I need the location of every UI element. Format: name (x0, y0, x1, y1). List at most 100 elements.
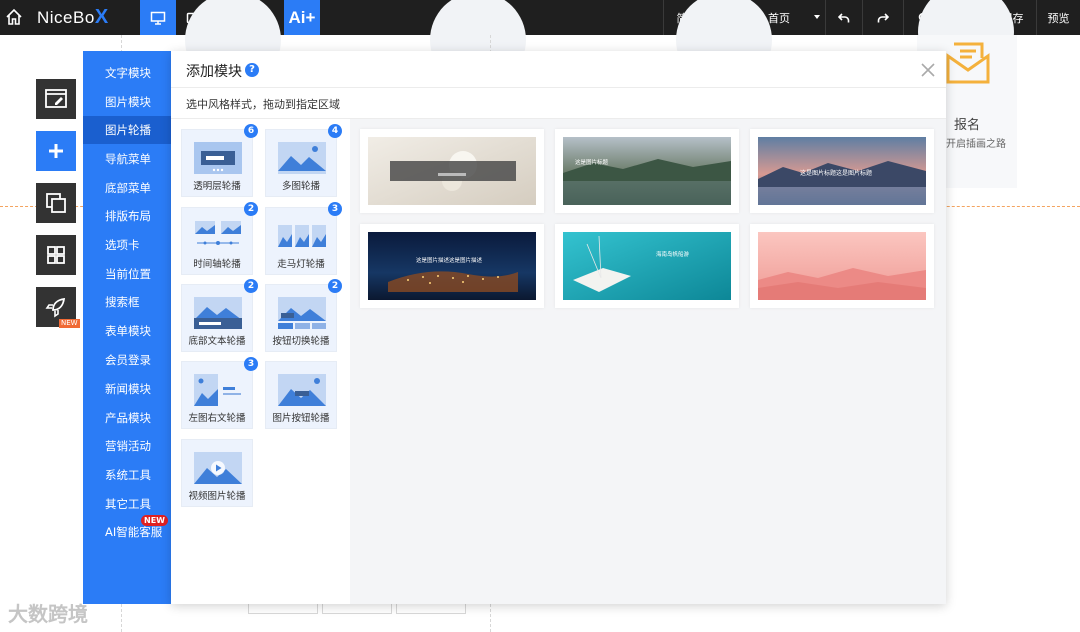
preview-card[interactable]: 海南岛帆船游 (555, 224, 739, 308)
style-video-image-carousel[interactable]: 视频图片轮播 (181, 439, 253, 507)
chevron-down-icon (814, 14, 820, 19)
preview-button[interactable]: 预览 (1036, 0, 1080, 35)
style-label: 多图轮播 (281, 181, 320, 192)
category-nav-menu[interactable]: 导航菜单 (83, 145, 171, 173)
undo-button[interactable] (825, 0, 862, 35)
layout-button[interactable] (36, 235, 76, 275)
desktop-icon (150, 11, 166, 25)
style-label: 左图右文轮播 (188, 413, 246, 424)
divider (171, 87, 946, 88)
plus-icon (49, 144, 63, 158)
preview-card[interactable] (750, 224, 934, 308)
style-label: 透明层轮播 (193, 181, 241, 192)
page-edit-icon (45, 89, 67, 108)
close-icon[interactable] (919, 61, 937, 79)
copy-icon (46, 193, 66, 213)
home-icon[interactable] (4, 7, 24, 27)
category-member-login[interactable]: 会员登录 (83, 346, 171, 374)
category-image[interactable]: 图片模块 (83, 88, 171, 116)
category-other-tools[interactable]: 其它工具 (83, 490, 171, 518)
category-footer-menu[interactable]: 底部菜单 (83, 174, 171, 202)
panel-title: 添加模块 (186, 64, 242, 80)
category-news[interactable]: 新闻模块 (83, 375, 171, 403)
count-badge: 2 (244, 202, 258, 216)
module-category-sidebar: 文字模块 图片模块 图片轮播 导航菜单 底部菜单 排版布局 选项卡 当前位置 搜… (83, 51, 171, 604)
style-label: 图片按钮轮播 (272, 413, 330, 424)
desktop-view-button[interactable] (140, 0, 176, 35)
page-settings-button[interactable] (36, 79, 76, 119)
preview-grid: 这是图片标题 这是图片标题这是图片标题 这是图片描述这是图片描述 海南岛帆船游 (350, 119, 946, 604)
preview-caption: 海南岛帆船游 (656, 252, 690, 258)
left-image-right-text-icon (194, 374, 241, 406)
redo-button[interactable] (862, 0, 903, 35)
grid-icon (47, 246, 65, 264)
style-label: 按钮切换轮播 (272, 336, 330, 347)
category-search[interactable]: 搜索框 (83, 288, 171, 316)
count-badge: 3 (244, 357, 258, 371)
signup-title: 报名 (954, 118, 981, 133)
count-badge: 4 (328, 124, 342, 138)
preview-image (368, 232, 536, 300)
category-system-tools[interactable]: 系统工具 (83, 461, 171, 489)
category-marketing[interactable]: 营销活动 (83, 432, 171, 460)
bottom-text-icon (194, 297, 242, 329)
page-label: 首页 (768, 11, 790, 25)
nicebox-logo[interactable]: NiceBoX (37, 6, 109, 28)
multi-image-icon (278, 142, 326, 174)
category-layout[interactable]: 排版布局 (83, 202, 171, 230)
category-breadcrumb[interactable]: 当前位置 (83, 260, 171, 288)
preview-label: 预览 (1047, 11, 1070, 25)
add-module-button[interactable] (36, 131, 76, 171)
preview-card[interactable]: 这是图片标题 (555, 129, 739, 213)
style-label: 视频图片轮播 (188, 491, 246, 502)
new-badge: NEW (141, 515, 168, 526)
logo-text: NiceBo (37, 8, 95, 27)
preview-image (563, 232, 731, 300)
marquee-icon (278, 225, 326, 247)
logo-x: X (94, 6, 109, 28)
preview-card[interactable]: 这是图片标题这是图片标题 (750, 129, 934, 213)
style-label: 底部文本轮播 (188, 336, 246, 347)
category-product[interactable]: 产品模块 (83, 404, 171, 432)
style-list: 透明层轮播 6 多图轮播 4 时间轴轮播 2 走马灯轮播 3 底部文本轮播 2 … (171, 119, 350, 604)
style-marquee-carousel[interactable]: 走马灯轮播 (265, 207, 337, 275)
layers-button[interactable] (36, 183, 76, 223)
style-multi-image-carousel[interactable]: 多图轮播 (265, 129, 337, 197)
style-label: 走马灯轮播 (277, 259, 325, 270)
category-form[interactable]: 表单模块 (83, 317, 171, 345)
style-timeline-carousel[interactable]: 时间轴轮播 (181, 207, 253, 275)
style-bottom-text-carousel[interactable]: 底部文本轮播 (181, 284, 253, 352)
transparent-carousel-icon (194, 142, 242, 174)
preview-image (758, 232, 926, 300)
preview-card[interactable]: 这是图片描述这是图片描述 (360, 224, 544, 308)
rocket-icon (45, 297, 66, 318)
timeline-icon (195, 221, 241, 245)
watermark: 大数跨境 (8, 602, 88, 626)
add-module-panel: 添加模块 ? 选中风格样式，拖动到指定区域 透明层轮播 6 多图轮播 4 时间轴… (171, 51, 946, 604)
style-left-image-right-text-carousel[interactable]: 左图右文轮播 (181, 361, 253, 429)
style-button-switch-carousel[interactable]: 按钮切换轮播 (265, 284, 337, 352)
redo-icon (877, 12, 889, 22)
undo-icon (838, 12, 850, 22)
ai-plus-button[interactable]: Ai+ (284, 0, 320, 35)
preview-caption: 这是图片标题 (575, 160, 609, 166)
category-carousel[interactable]: 图片轮播 (83, 116, 171, 144)
style-label: 时间轴轮播 (193, 259, 241, 270)
count-badge: 6 (244, 124, 258, 138)
style-transparent-carousel[interactable]: 透明层轮播 (181, 129, 253, 197)
count-badge: 2 (328, 279, 342, 293)
count-badge: 2 (244, 279, 258, 293)
preview-image (563, 137, 731, 205)
video-play-icon (194, 452, 242, 484)
preview-image (368, 137, 536, 205)
help-icon[interactable]: ? (245, 63, 259, 77)
preview-card[interactable] (360, 129, 544, 213)
signup-subtitle: 开启插画之路 (946, 139, 1006, 150)
envelope-icon (946, 42, 990, 84)
category-text[interactable]: 文字模块 (83, 59, 171, 87)
count-badge: 3 (328, 202, 342, 216)
category-tabs[interactable]: 选项卡 (83, 231, 171, 259)
style-image-button-carousel[interactable]: 图片按钮轮播 (265, 361, 337, 429)
new-badge: NEW (59, 319, 80, 328)
panel-hint: 选中风格样式，拖动到指定区域 (186, 98, 340, 111)
